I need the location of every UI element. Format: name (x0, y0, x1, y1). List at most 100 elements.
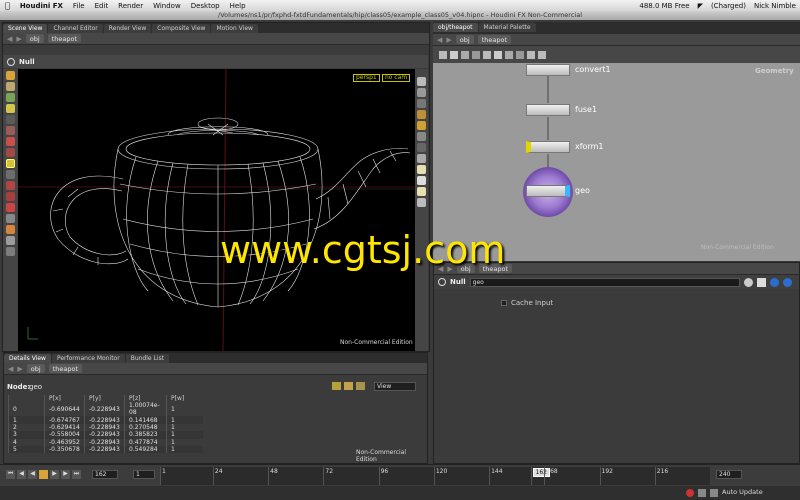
help-icon[interactable] (782, 277, 792, 287)
paint-tool-icon[interactable] (6, 192, 15, 201)
table-row[interactable]: 1 -0.674767 -0.228943 0.141468 1 (8, 416, 203, 424)
breadcrumb-node[interactable]: theapot (477, 35, 512, 44)
points-icon[interactable] (417, 154, 426, 163)
display-tool-icon[interactable] (6, 236, 15, 245)
step-forward-icon[interactable]: ▶ (61, 470, 70, 479)
pose-tool-icon[interactable] (6, 115, 15, 124)
lock-icon[interactable] (710, 489, 718, 497)
camera-tool-icon[interactable] (6, 214, 15, 223)
network-tool-icon[interactable] (472, 50, 480, 59)
ghost-icon[interactable] (417, 176, 426, 185)
forward-arrow-icon[interactable]: ▶ (446, 36, 451, 44)
forward-arrow-icon[interactable]: ▶ (16, 35, 21, 43)
forward-arrow-icon[interactable]: ▶ (17, 365, 22, 373)
rotate-tool-icon[interactable] (6, 93, 15, 102)
shading-tool-icon[interactable] (6, 247, 15, 256)
column-header[interactable]: P[x] (44, 395, 85, 403)
column-header[interactable]: P[z] (124, 395, 167, 403)
tab-bundle-list[interactable]: Bundle List (125, 354, 169, 363)
breadcrumb-node[interactable]: theapot (47, 34, 82, 43)
user-name[interactable]: Nick Nimble (754, 2, 796, 10)
move-tool-icon[interactable] (6, 82, 15, 91)
wireframe-icon[interactable] (417, 99, 426, 108)
start-frame-field[interactable]: 1 (133, 470, 155, 479)
keys-icon[interactable] (698, 489, 706, 497)
node-fuse1[interactable] (526, 104, 570, 116)
network-tool-icon[interactable] (527, 50, 535, 59)
snap-tool-icon[interactable] (6, 148, 15, 157)
menu-edit[interactable]: Edit (90, 2, 114, 10)
network-tool-icon[interactable] (483, 50, 491, 59)
visualize-icon[interactable] (417, 198, 426, 207)
menu-window[interactable]: Window (148, 2, 186, 10)
active-tool-icon[interactable] (6, 159, 15, 168)
node-name-field[interactable]: geo (469, 277, 740, 287)
layout-icon[interactable] (417, 88, 426, 97)
help-h-icon[interactable] (756, 277, 766, 287)
render-tool-icon[interactable] (6, 225, 15, 234)
brush-tool-icon[interactable] (6, 170, 15, 179)
points-filter-icon[interactable] (332, 382, 341, 390)
network-tool-icon[interactable] (439, 50, 447, 59)
step-back-icon[interactable]: ◀ (17, 470, 26, 479)
table-row[interactable]: 4 -0.463952 -0.228943 0.477874 1 (8, 438, 203, 446)
grid-icon[interactable] (417, 132, 426, 141)
lights-icon[interactable] (417, 110, 426, 119)
tab-material-palette[interactable]: Material Palette (478, 23, 536, 32)
back-arrow-icon[interactable]: ◀ (437, 36, 442, 44)
auto-update-menu[interactable]: Auto Update (722, 488, 763, 496)
tab-scene-view[interactable]: Scene View (3, 24, 48, 33)
network-tool-icon[interactable] (494, 50, 502, 59)
breadcrumb-root[interactable]: obj (455, 35, 474, 44)
cam-menu[interactable]: no cam (382, 74, 411, 82)
breadcrumb-node[interactable]: theapot (48, 364, 83, 373)
light-tool-icon[interactable] (6, 203, 15, 212)
record-icon[interactable] (686, 489, 694, 497)
tab-performance-monitor[interactable]: Performance Monitor (51, 354, 125, 363)
node-xform1[interactable] (526, 141, 570, 153)
scale-tool-icon[interactable] (6, 104, 15, 113)
prims-filter-icon[interactable] (344, 382, 353, 390)
breadcrumb-root[interactable]: obj (25, 34, 44, 43)
menu-file[interactable]: File (68, 2, 90, 10)
menu-help[interactable]: Help (225, 2, 251, 10)
normals-icon[interactable] (417, 143, 426, 152)
tab-composite-view[interactable]: Composite View (152, 24, 211, 33)
display-options-icon[interactable] (417, 165, 426, 174)
table-row[interactable]: 0 -0.690644 -0.228943 1.00074e-08 1 (8, 402, 203, 417)
select-tool-icon[interactable] (6, 71, 15, 80)
battery-status[interactable]: (Charged) (711, 2, 746, 10)
cache-input-checkbox[interactable] (501, 300, 507, 306)
geometry-icon[interactable] (417, 121, 426, 130)
gear-icon[interactable] (743, 277, 753, 287)
node-geo[interactable] (526, 185, 570, 197)
node-convert1[interactable] (526, 64, 570, 76)
handle-visibility-icon[interactable] (417, 187, 426, 196)
menu-desktop[interactable]: Desktop (186, 2, 225, 10)
table-row[interactable]: 3 -0.558004 -0.228943 0.385823 1 (8, 431, 203, 439)
camera-menu[interactable]: persp1 (353, 74, 380, 82)
play-back-icon[interactable]: ◀ (28, 470, 37, 479)
back-arrow-icon[interactable]: ◀ (8, 365, 13, 373)
tab-motion-view[interactable]: Motion View (211, 24, 258, 33)
tab-channel-editor[interactable]: Channel Editor (48, 24, 103, 33)
detail-filter-icon[interactable] (356, 382, 365, 390)
wifi-icon[interactable]: ◤ (698, 2, 703, 10)
network-tool-icon[interactable] (461, 50, 469, 59)
play-icon[interactable]: ▶ (50, 470, 59, 479)
view-tool-icon[interactable] (6, 137, 15, 146)
menu-render[interactable]: Render (113, 2, 148, 10)
pin-icon[interactable] (417, 77, 426, 86)
jump-end-icon[interactable]: ⏭ (72, 470, 81, 479)
column-header[interactable] (8, 395, 45, 403)
handle-tool-icon[interactable] (6, 126, 15, 135)
current-frame-field[interactable]: 162 (92, 470, 118, 479)
end-frame-field[interactable]: 240 (716, 470, 742, 479)
network-tool-icon[interactable] (516, 50, 524, 59)
viewport-3d[interactable]: persp1 no cam Non-Commercial Edition (18, 69, 415, 351)
apple-menu-icon[interactable]:  (0, 1, 15, 10)
column-header[interactable]: P[w] (166, 395, 203, 403)
table-row[interactable]: 2 -0.629414 -0.228943 0.270548 1 (8, 423, 203, 432)
info-icon[interactable] (769, 277, 779, 287)
column-header[interactable]: P[y] (84, 395, 125, 403)
